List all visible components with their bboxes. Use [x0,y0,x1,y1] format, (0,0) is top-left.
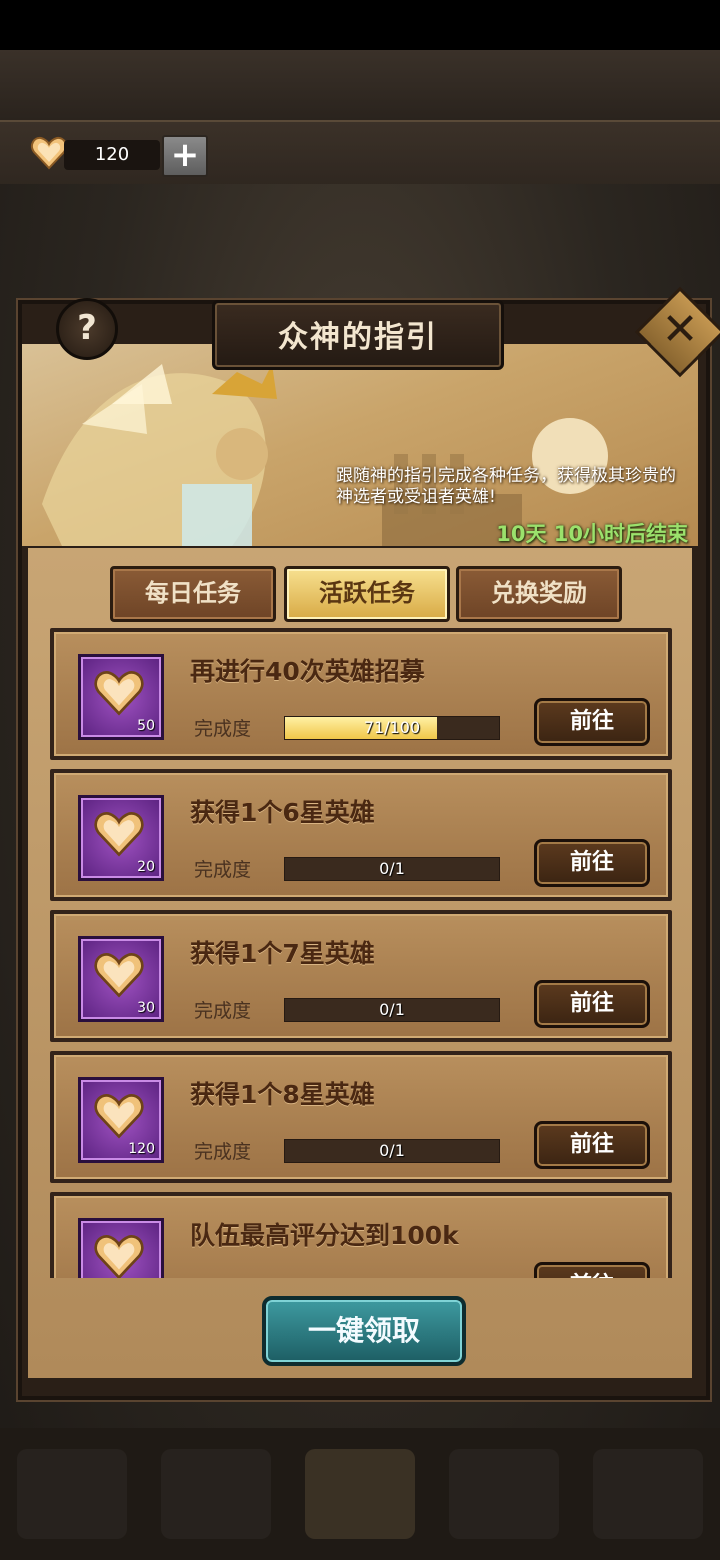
task-title: 获得1个8星英雄 [190,1080,375,1109]
progress-label: 完成度 [194,1141,252,1163]
help-button[interactable]: ? [56,298,118,360]
task-title: 获得1个6星英雄 [190,798,375,827]
task-title: 队伍最高评分达到100k [190,1221,459,1250]
event-timer: 10天 10小时后结束 [496,522,688,546]
progress-text: 0/1 [379,859,405,878]
progress-label: 完成度 [194,718,252,740]
progress-bar: 0/1 [284,1139,500,1163]
task-item: 120 获得1个8星英雄 完成度 0/1 前往 [50,1051,672,1183]
progress-bar: 0/1 [284,857,500,881]
task-title: 获得1个7星英雄 [190,939,375,968]
reward-count: 20 [137,859,155,875]
task-item: 20 获得1个6星英雄 完成度 0/1 前往 [50,769,672,901]
event-banner [22,344,698,546]
progress-bar: 71/100 [284,716,500,740]
progress-bar: 0/1 [284,998,500,1022]
task-title: 再进行40次英雄招募 [190,657,425,686]
go-button[interactable]: 前往 [534,1121,650,1169]
progress-text: 71/100 [363,718,421,737]
reward-slot[interactable]: 30 [78,936,164,1022]
page-title: 众神的指引 [278,320,438,355]
reward-slot[interactable]: 20 [78,795,164,881]
nav-item[interactable] [449,1449,559,1539]
reward-count: 30 [137,1000,155,1016]
task-item: 队伍最高评分达到100k 前往 [50,1192,672,1278]
nav-item[interactable] [161,1449,271,1539]
banner-art [42,364,608,546]
go-button[interactable]: 前往 [534,698,650,746]
currency-value: 120 [64,140,160,170]
go-button[interactable]: 前往 [534,839,650,887]
go-button[interactable]: 前往 [534,1262,650,1278]
close-icon[interactable]: ✕ [648,300,712,364]
nav-item[interactable] [593,1449,703,1539]
progress-text: 0/1 [379,1000,405,1019]
go-button[interactable]: 前往 [534,980,650,1028]
nav-item[interactable] [17,1449,127,1539]
tab-exchange-rewards[interactable]: 兑换奖励 [456,566,622,622]
progress-label: 完成度 [194,1000,252,1022]
heart-gem-icon [94,671,144,716]
banner-description: 跟随神的指引完成各种任务，获得极其珍贵的神选者或受诅者英雄! [336,466,676,507]
task-list[interactable]: 50 再进行40次英雄招募 完成度 71/100 前往 20 获得1个6星英雄 … [40,628,680,1278]
top-strip [0,50,720,120]
reward-slot[interactable]: 120 [78,1077,164,1163]
heart-gem-icon [31,136,67,170]
claim-all-button[interactable]: 一键领取 [262,1296,466,1366]
tab-daily-tasks[interactable]: 每日任务 [110,566,276,622]
heart-gem-icon [94,1235,144,1278]
heart-gem-icon [94,812,144,857]
task-item: 50 再进行40次英雄招募 完成度 71/100 前往 [50,628,672,760]
task-item: 30 获得1个7星英雄 完成度 0/1 前往 [50,910,672,1042]
heart-gem-icon [94,953,144,998]
tab-active-tasks[interactable]: 活跃任务 [284,566,450,622]
heart-gem-icon [94,1094,144,1139]
progress-label: 完成度 [194,859,252,881]
progress-text: 0/1 [379,1141,405,1160]
reward-count: 50 [137,718,155,734]
status-bar [0,0,720,50]
reward-count: 120 [128,1141,155,1157]
reward-slot[interactable] [78,1218,164,1278]
add-currency-button[interactable]: + [162,135,208,177]
reward-slot[interactable]: 50 [78,654,164,740]
nav-item-active[interactable] [305,1449,415,1539]
bottom-nav [0,1428,720,1560]
